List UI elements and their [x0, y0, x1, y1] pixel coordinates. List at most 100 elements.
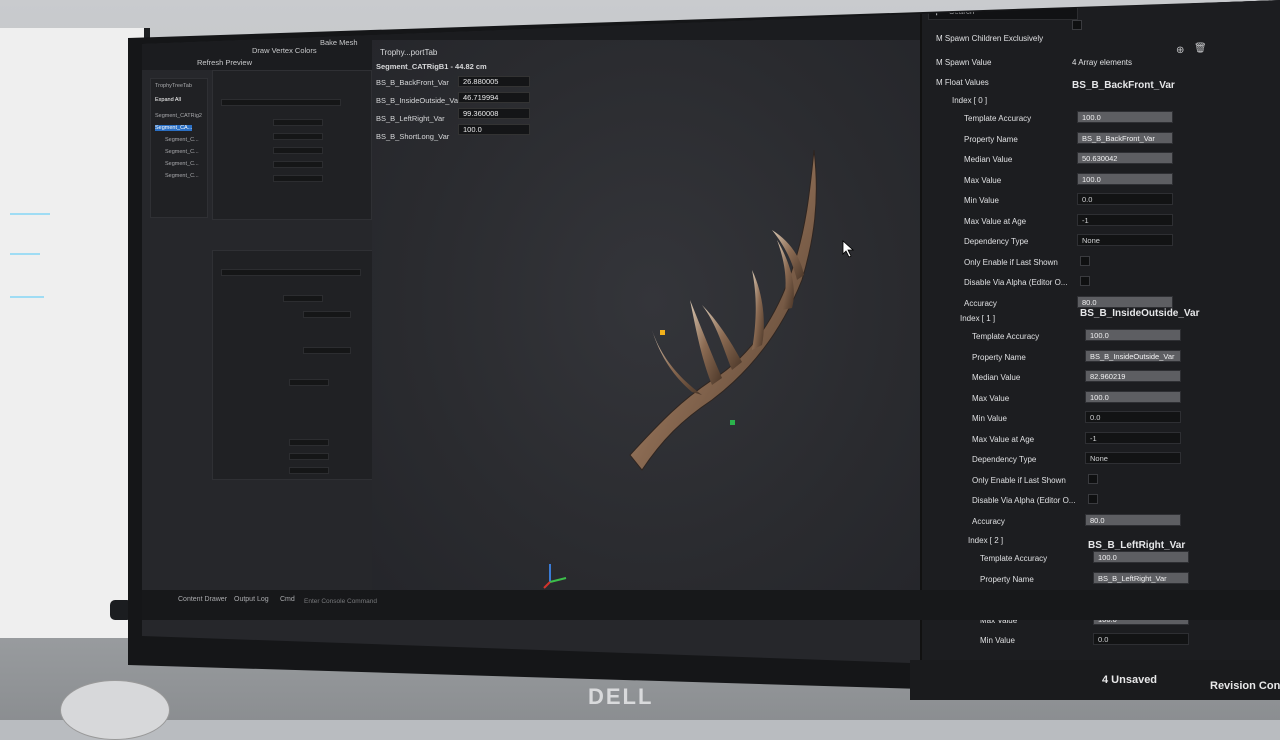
property-field[interactable]: 80.0 [1085, 513, 1181, 526]
property-field[interactable]: 100.0 [1085, 390, 1181, 403]
microphone [60, 680, 170, 740]
morph-value[interactable]: 100.0 [458, 124, 530, 135]
property-field[interactable]: -1 [1085, 431, 1181, 444]
property-label: Max Value at Age [964, 216, 1027, 226]
property-label: Dependency Type [972, 455, 1037, 464]
refresh-preview-button[interactable]: Refresh Preview [197, 58, 252, 67]
morph-label: BS_B_InsideOutside_Var [376, 96, 461, 105]
property-label: Disable Via Alpha (Editor O... [972, 496, 1076, 505]
asset-field[interactable] [283, 295, 323, 302]
property-field[interactable]: 100.0 [1077, 172, 1173, 185]
settings-field[interactable] [273, 175, 323, 182]
property-field[interactable]: 100.0 [1077, 111, 1173, 123]
details-panel: ⚲ Search M Spawn Children Exclusively M … [920, 0, 1280, 676]
status-bar: Content Drawer Output Log Cmd Enter Cons… [142, 590, 1280, 620]
property-label: Median Value [972, 373, 1021, 382]
morph-value[interactable]: 46.719994 [458, 92, 530, 103]
bake-mesh-button[interactable]: Bake Mesh [320, 38, 358, 47]
property-field[interactable]: 82.960219 [1085, 370, 1181, 382]
property-dropdown[interactable]: None [1077, 234, 1173, 246]
photo-scene: BP_Trophy...ntra_Video BP_TestAn...ncSpa… [0, 0, 1280, 740]
property-label: Min Value [972, 414, 1007, 423]
morph-value[interactable]: 26.880005 [458, 76, 530, 87]
property-field[interactable]: BS_B_LeftRight_Var [1093, 571, 1189, 584]
property-field[interactable]: 0.0 [1085, 411, 1181, 423]
morph-label: BS_B_BackFront_Var [376, 78, 449, 87]
settings-search-field[interactable] [221, 99, 341, 106]
array-index-header[interactable]: Index [ 0 ] [952, 96, 987, 105]
array-index-name: BS_B_BackFront_Var [1072, 80, 1175, 91]
tree-item[interactable]: Segment_C... [165, 173, 199, 179]
property-field[interactable]: 100.0 [1085, 329, 1181, 341]
tree-item[interactable]: Segment_CATRig2 [155, 113, 202, 119]
draw-vertex-colors-button[interactable]: Draw Vertex Colors [252, 46, 317, 55]
morph-value[interactable]: 99.360008 [458, 108, 530, 119]
asset-field[interactable] [303, 311, 351, 318]
tree-item-selected[interactable]: Segment_CA... [155, 125, 193, 131]
property-label: Property Name [972, 352, 1026, 362]
asset-field[interactable] [303, 347, 351, 354]
property-field[interactable]: BS_B_InsideOutside_Var [1085, 349, 1181, 362]
tree-item[interactable]: Segment_C... [165, 137, 199, 143]
settings-field[interactable] [273, 147, 323, 154]
property-field[interactable]: 80.0 [1077, 295, 1173, 308]
property-dropdown[interactable]: None [1085, 452, 1181, 464]
revision-control-button[interactable]: Revision Con [1210, 680, 1280, 692]
property-checkbox[interactable] [1080, 276, 1090, 286]
3d-viewport[interactable]: Trophy...portTab Segment_CATRigB1 - 44.8… [372, 40, 932, 620]
property-label: Min Value [980, 636, 1015, 645]
trophy-tree-tab[interactable]: TrophyTreeTab [155, 83, 192, 89]
expand-all-button[interactable]: Expand All [155, 97, 181, 103]
tree-item[interactable]: Segment_C... [165, 161, 199, 167]
property-label: Median Value [964, 155, 1013, 164]
asset-search-field[interactable] [221, 269, 361, 276]
unreal-editor-screen: BP_Trophy...ntra_Video BP_TestAn...ncSpa… [142, 0, 1280, 676]
property-field[interactable]: 0.0 [1093, 633, 1189, 645]
property-field[interactable]: 100.0 [1093, 551, 1189, 563]
settings-field[interactable] [273, 161, 323, 168]
content-drawer-button[interactable]: Content Drawer [178, 596, 227, 603]
float-values-label[interactable]: M Float Values [936, 78, 989, 87]
tab-test-spawner[interactable]: BP_TestAn...ncSpawner [362, 12, 448, 21]
tab-reparent[interactable]: Reparent [534, 2, 567, 11]
trash-icon[interactable]: 🗑 [1194, 44, 1207, 54]
max-age-field[interactable] [289, 453, 329, 460]
populate-hidden-sockets-button[interactable]: Populate Hidden Sockets [432, 14, 516, 23]
array-count: 4 Array elements [1072, 58, 1133, 67]
property-field[interactable]: BS_B_BackFront_Var [1077, 131, 1173, 144]
console-input[interactable]: Enter Console Command [304, 598, 377, 605]
cmd-button[interactable]: Cmd [280, 596, 295, 603]
asset-field[interactable] [289, 379, 329, 386]
property-label: Max Value at Age [972, 434, 1035, 444]
spawn-value-label[interactable]: M Spawn Value [936, 58, 991, 67]
array-index-header[interactable]: Index [ 2 ] [968, 536, 1003, 545]
trophy-tree-panel: TrophyTreeTab Expand All Segment_CATRig2… [150, 78, 208, 218]
screen-glare [10, 213, 50, 215]
viewport-tab[interactable]: Trophy...portTab [380, 48, 437, 57]
add-element-icon[interactable]: ⊕ [1176, 46, 1184, 56]
left-monitor [0, 28, 150, 638]
preview-age-field[interactable] [289, 439, 329, 446]
output-log-button[interactable]: Output Log [234, 596, 269, 603]
property-label: Max Value [972, 393, 1010, 403]
property-field[interactable]: 50.630042 [1077, 152, 1173, 164]
tab-trophy-video[interactable]: BP_Trophy...ntra_Video [272, 20, 356, 29]
property-field[interactable]: -1 [1077, 213, 1173, 226]
settings-field[interactable] [273, 133, 323, 140]
tree-item[interactable]: Segment_C... [165, 149, 199, 155]
property-checkbox[interactable] [1088, 473, 1098, 484]
preview-fitness-field[interactable] [289, 467, 329, 474]
array-index-header[interactable]: Index [ 1 ] [960, 314, 995, 323]
antler-model[interactable] [552, 130, 882, 490]
editor-bottom-bar: 4 Unsaved Revision Con [910, 660, 1280, 700]
property-label: Accuracy [972, 516, 1005, 526]
property-label: Only Enable if Last Shown [964, 257, 1058, 267]
morph-label: BS_B_LeftRight_Var [376, 114, 445, 123]
morph-label: BS_B_ShortLong_Var [376, 132, 450, 141]
property-checkbox[interactable] [1080, 255, 1090, 266]
property-checkbox[interactable] [1088, 494, 1098, 504]
unsaved-badge[interactable]: 4 Unsaved [1102, 674, 1157, 686]
property-field[interactable]: 0.0 [1077, 193, 1173, 205]
settings-field[interactable] [273, 119, 323, 126]
spawn-children-checkbox[interactable] [1072, 20, 1082, 30]
